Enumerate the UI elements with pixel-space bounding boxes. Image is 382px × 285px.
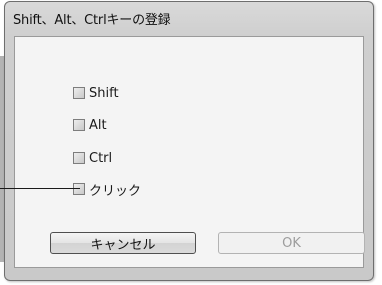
ctrl-checkbox-label: Ctrl [89,150,113,166]
shift-checkbox-row[interactable]: Shift [73,84,119,102]
shift-checkbox[interactable] [73,87,85,99]
shift-checkbox-label: Shift [89,85,119,101]
screenshot: Shift、Alt、Ctrlキーの登録 Shift Alt Ctrl クリック … [0,0,382,285]
ctrl-checkbox[interactable] [73,152,85,164]
window-title: Shift、Alt、Ctrlキーの登録 [13,13,171,28]
cancel-button[interactable]: キャンセル [50,232,196,254]
callout-leader-line [0,188,80,189]
click-checkbox[interactable] [73,183,85,195]
ctrl-checkbox-row[interactable]: Ctrl [73,149,112,167]
ok-button[interactable]: OK [218,232,365,254]
click-checkbox-row[interactable]: クリック [73,180,142,199]
alt-checkbox[interactable] [73,119,85,131]
alt-checkbox-label: Alt [89,117,107,133]
alt-checkbox-row[interactable]: Alt [73,116,107,134]
click-checkbox-label: クリック [89,183,142,199]
